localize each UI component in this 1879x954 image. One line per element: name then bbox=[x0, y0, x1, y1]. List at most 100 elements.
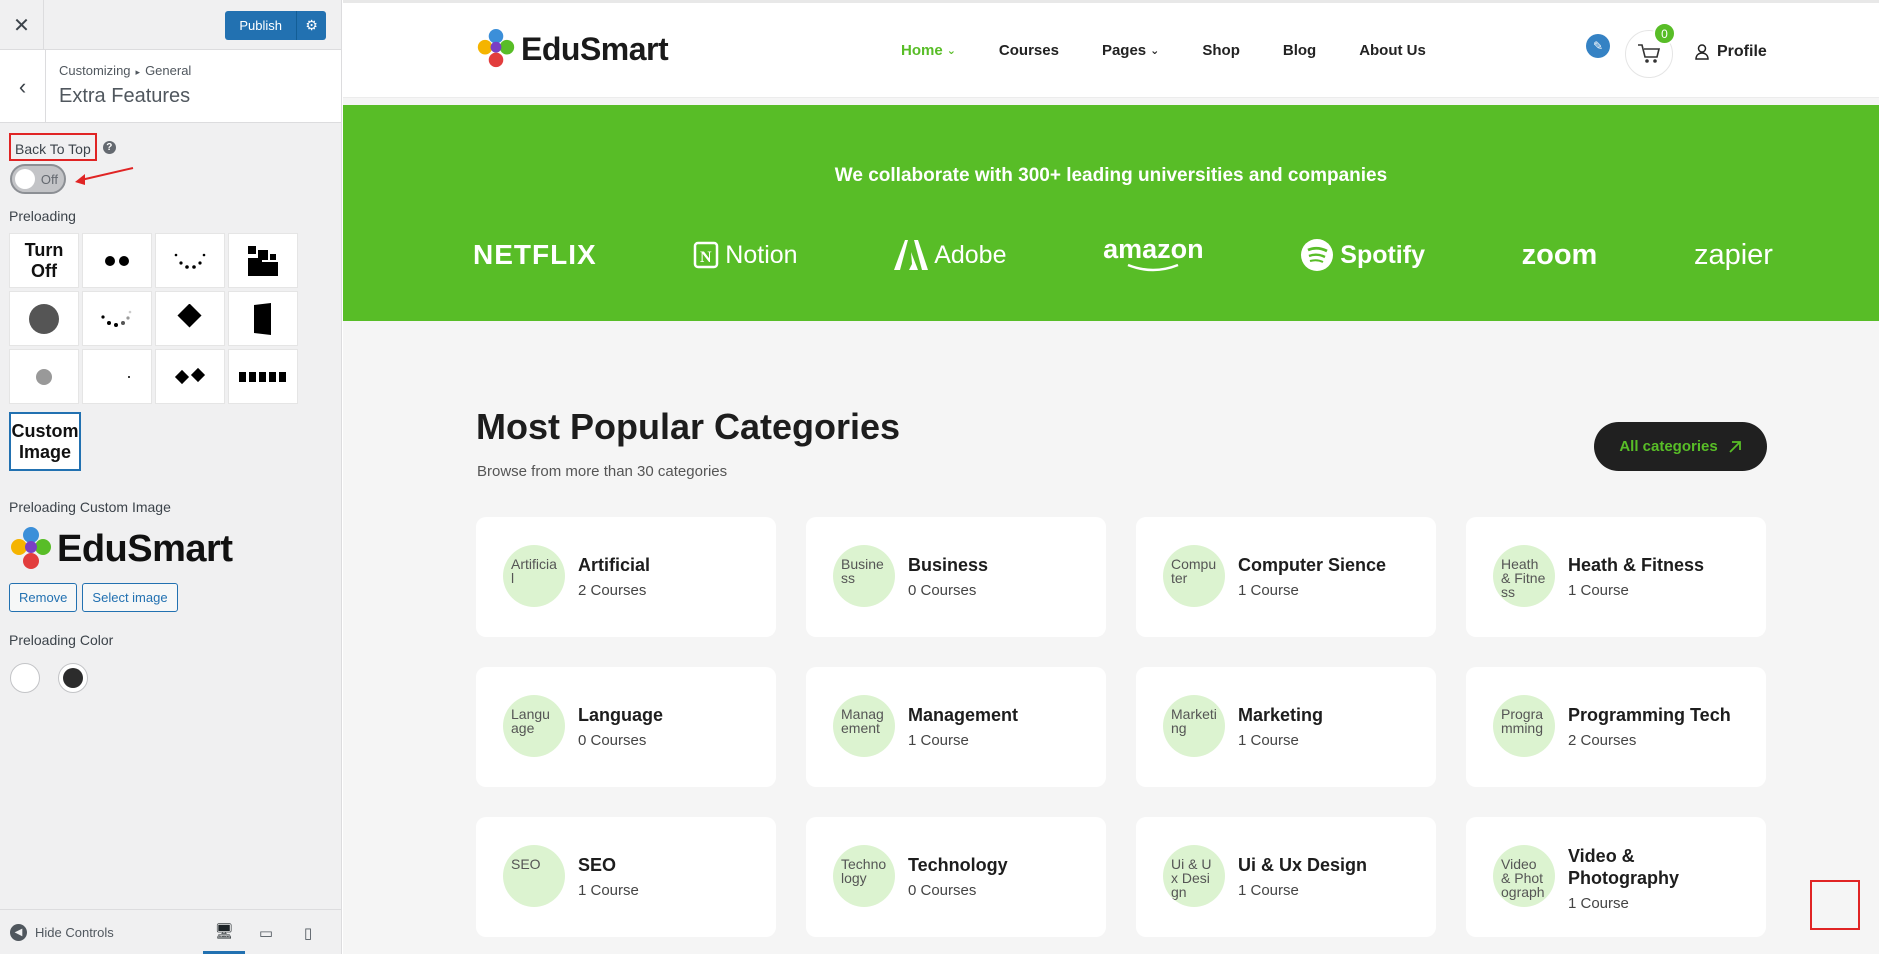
nav-pages[interactable]: Pages ⌄ bbox=[1102, 42, 1159, 59]
section-controls: Back To Top ? Off Preloading Turn Off Cu… bbox=[0, 133, 341, 693]
customizer-header: ✕ Publish ⚙ bbox=[0, 0, 341, 50]
color-swatch-white[interactable] bbox=[10, 663, 40, 693]
category-thumbnail: Programming bbox=[1493, 695, 1555, 757]
category-name[interactable]: Artificial bbox=[578, 555, 650, 576]
cart-icon bbox=[1638, 44, 1661, 63]
category-name[interactable]: Language bbox=[578, 705, 663, 726]
svg-text:N: N bbox=[700, 249, 712, 266]
preloader-turn-off[interactable]: Turn Off bbox=[9, 233, 79, 288]
brand-logos: NETFLIX N Notion Adobe amazon Spotify zo… bbox=[473, 235, 1773, 275]
category-count: 1 Course bbox=[1568, 582, 1629, 599]
preloading-custom-image-label: Preloading Custom Image bbox=[9, 499, 171, 515]
red-highlight-box bbox=[1810, 880, 1860, 930]
section-title: Extra Features bbox=[59, 85, 191, 107]
preloader-circle[interactable] bbox=[9, 291, 79, 346]
mobile-preview-icon[interactable]: ▯ bbox=[287, 910, 329, 954]
category-card[interactable]: Video & Photography Video & Photography 1 … bbox=[1466, 817, 1766, 937]
main-nav: Home ⌄ Courses Pages ⌄ Shop Blog About Us bbox=[901, 42, 1469, 59]
all-categories-button[interactable]: All categories bbox=[1594, 422, 1767, 471]
category-card[interactable]: Heath & Fitness Heath & Fitness 1 Course bbox=[1466, 517, 1766, 637]
help-icon[interactable]: ? bbox=[102, 140, 116, 154]
back-to-top-toggle[interactable]: Off bbox=[10, 164, 66, 194]
category-name[interactable]: Technology bbox=[908, 855, 1008, 876]
edusmart-logo-icon bbox=[11, 527, 51, 569]
category-card[interactable]: Computer Computer Sience 1 Course bbox=[1136, 517, 1436, 637]
preloader-small-circle[interactable] bbox=[9, 349, 79, 404]
amazon-logo: amazon bbox=[1103, 235, 1204, 275]
notion-logo: N Notion bbox=[693, 235, 798, 275]
toggle-state-text: Off bbox=[40, 172, 58, 187]
category-name[interactable]: Programming Tech bbox=[1568, 705, 1731, 726]
tablet-preview-icon[interactable]: ▭ bbox=[245, 910, 287, 954]
nav-courses-label: Courses bbox=[998, 42, 1059, 59]
preloader-dots-2[interactable] bbox=[82, 233, 152, 288]
category-name[interactable]: Management bbox=[908, 705, 1018, 726]
category-count: 2 Courses bbox=[578, 582, 647, 599]
category-name[interactable]: Ui & Ux Design bbox=[1238, 855, 1367, 876]
preloader-diamond[interactable] bbox=[155, 291, 225, 346]
customizer-footer: ◀ Hide Controls 🖥 ▭ ▯ bbox=[0, 909, 341, 954]
nav-home[interactable]: Home ⌄ bbox=[901, 42, 956, 59]
category-count: 1 Course bbox=[1568, 895, 1629, 912]
publish-settings-gear-icon[interactable]: ⚙ bbox=[296, 11, 326, 40]
cart-count-badge: 0 bbox=[1653, 22, 1676, 45]
category-thumbnail: Marketing bbox=[1163, 695, 1225, 757]
nav-blog-label: Blog bbox=[1282, 42, 1317, 59]
preloader-rect[interactable] bbox=[228, 291, 298, 346]
notion-icon: N bbox=[694, 241, 719, 269]
category-name[interactable]: Heath & Fitness bbox=[1568, 555, 1704, 576]
nav-courses[interactable]: Courses bbox=[999, 42, 1059, 59]
netflix-logo: NETFLIX bbox=[473, 235, 597, 275]
preloader-dots-arc[interactable] bbox=[155, 233, 225, 288]
edit-pencil-icon[interactable]: ✎ bbox=[1586, 34, 1610, 58]
categories-subtitle: Browse from more than 30 categories bbox=[477, 463, 728, 480]
preloader-double-diamond[interactable] bbox=[155, 349, 225, 404]
category-thumbnail: Ui & Ux Design bbox=[1163, 845, 1225, 907]
category-name[interactable]: Video & Photography bbox=[1568, 845, 1738, 889]
category-card[interactable]: Programming Programming Tech 2 Courses bbox=[1466, 667, 1766, 787]
preloader-point[interactable] bbox=[82, 349, 152, 404]
breadcrumb-customizing: Customizing bbox=[59, 63, 131, 78]
profile-link[interactable]: Profile bbox=[1695, 43, 1767, 61]
category-thumbnail: SEO bbox=[503, 845, 565, 907]
category-card[interactable]: Marketing Marketing 1 Course bbox=[1136, 667, 1436, 787]
zapier-logo: zapier bbox=[1694, 235, 1773, 275]
category-count: 1 Course bbox=[1238, 582, 1299, 599]
nav-shop[interactable]: Shop bbox=[1202, 42, 1240, 59]
preloader-dots-spinner[interactable] bbox=[82, 291, 152, 346]
site-logo[interactable]: EduSmart bbox=[476, 27, 669, 71]
category-card[interactable]: Business Business 0 Courses bbox=[806, 517, 1106, 637]
category-card[interactable]: Language Language 0 Courses bbox=[476, 667, 776, 787]
category-name[interactable]: Marketing bbox=[1238, 705, 1323, 726]
category-card[interactable]: SEO SEO 1 Course bbox=[476, 817, 776, 937]
nav-about-us[interactable]: About Us bbox=[1359, 42, 1426, 59]
category-name[interactable]: Computer Sience bbox=[1238, 555, 1386, 576]
publish-group: Publish ⚙ bbox=[225, 11, 326, 40]
profile-label: Profile bbox=[1717, 43, 1767, 60]
nav-home-label: Home bbox=[901, 42, 943, 59]
site-header: EduSmart Home ⌄ Courses Pages ⌄ Shop Blog … bbox=[343, 0, 1879, 98]
all-categories-label: All categories bbox=[1619, 438, 1718, 455]
desktop-preview-icon[interactable]: 🖥 bbox=[203, 910, 245, 954]
category-count: 0 Courses bbox=[908, 882, 977, 899]
category-card[interactable]: Ui & Ux Design Ui & Ux Design 1 Course bbox=[1136, 817, 1436, 937]
category-thumbnail: Computer bbox=[1163, 545, 1225, 607]
category-thumbnail: Technology bbox=[833, 845, 895, 907]
back-arrow-icon[interactable]: ‹ bbox=[0, 50, 46, 123]
preloader-custom-image[interactable]: Custom Image bbox=[9, 412, 81, 471]
hide-controls-button[interactable]: ◀ Hide Controls bbox=[10, 924, 114, 941]
preloader-blocks[interactable] bbox=[228, 233, 298, 288]
category-card[interactable]: Management Management 1 Course bbox=[806, 667, 1106, 787]
category-count: 1 Course bbox=[1238, 882, 1299, 899]
category-name[interactable]: SEO bbox=[578, 855, 616, 876]
select-image-button[interactable]: Select image bbox=[82, 583, 178, 612]
close-icon[interactable]: ✕ bbox=[0, 0, 44, 50]
category-card[interactable]: Technology Technology 0 Courses bbox=[806, 817, 1106, 937]
color-swatch-dark[interactable] bbox=[58, 663, 88, 693]
preloader-bars[interactable] bbox=[228, 349, 298, 404]
nav-blog[interactable]: Blog bbox=[1283, 42, 1316, 59]
publish-button[interactable]: Publish bbox=[225, 11, 296, 40]
remove-image-button[interactable]: Remove bbox=[9, 583, 78, 612]
category-name[interactable]: Business bbox=[908, 555, 988, 576]
category-card[interactable]: Artificial Artificial 2 Courses bbox=[476, 517, 776, 637]
